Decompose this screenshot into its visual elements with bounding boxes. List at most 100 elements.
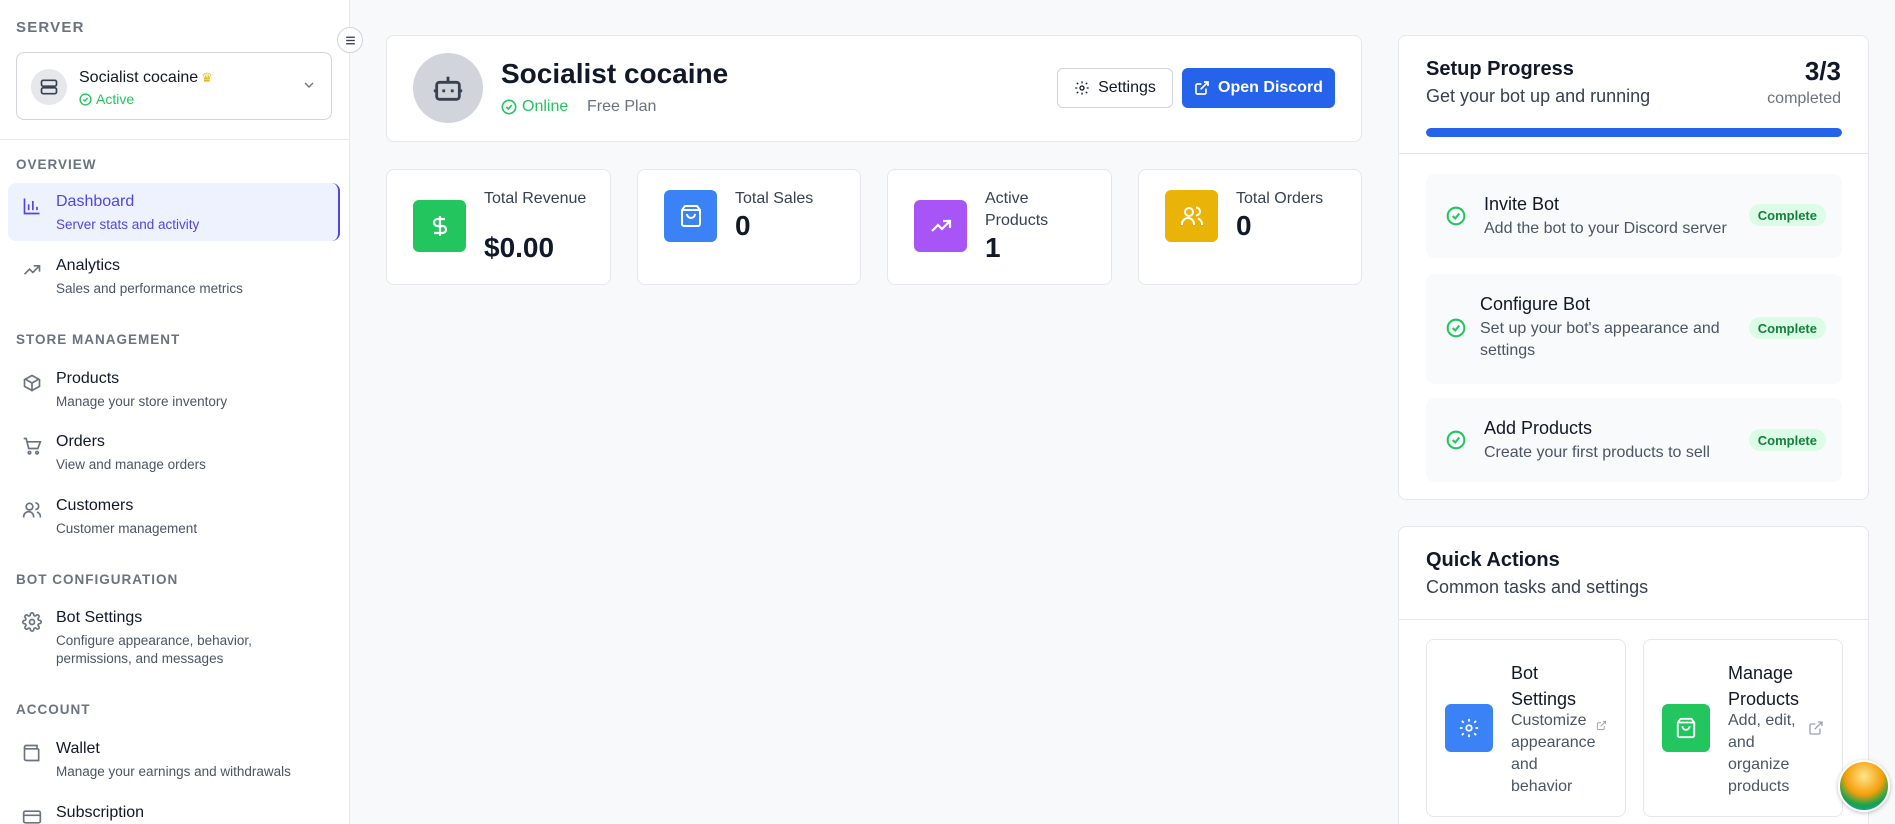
- crown-icon: ♛: [201, 70, 213, 85]
- sidebar-item-desc: Manage your store inventory: [56, 394, 228, 409]
- server-header-card: Socialist cocaine Online Free Plan Setti…: [386, 35, 1362, 142]
- open-discord-button[interactable]: Open Discord: [1182, 68, 1335, 108]
- stat-label: Total Revenue: [484, 190, 587, 207]
- divider: [1399, 153, 1868, 154]
- setup-step-invite-bot: Invite Bot Add the bot to your Discord s…: [1426, 174, 1842, 258]
- stat-value: $0.00: [484, 232, 555, 263]
- quick-actions-subtitle: Common tasks and settings: [1426, 577, 1649, 597]
- status-badge: Complete: [1748, 204, 1826, 226]
- setup-progress-card: Setup Progress Get your bot up and runni…: [1398, 35, 1869, 500]
- quick-action-desc: Add, edit, and organize products: [1728, 712, 1796, 795]
- quick-action-name: Bot Settings: [1511, 663, 1577, 709]
- bot-icon: [433, 76, 463, 101]
- check-circle-icon: [1446, 318, 1466, 338]
- plan-label: Free Plan: [587, 98, 657, 115]
- sidebar-item-desc: Sales and performance metrics: [56, 281, 243, 296]
- gear-icon: [1445, 704, 1493, 752]
- divider: [1399, 619, 1868, 620]
- sidebar-item-title: Subscription: [56, 804, 145, 821]
- sidebar-item-desc: Configure appearance, behavior, permissi…: [56, 633, 252, 666]
- stat-label: Total Orders: [1236, 190, 1324, 207]
- quick-actions-title: Quick Actions: [1426, 549, 1560, 571]
- setup-step-configure-bot: Configure Bot Set up your bot's appearan…: [1426, 274, 1842, 384]
- credit-card-icon: [21, 806, 43, 824]
- shopping-bag-icon: [664, 190, 717, 242]
- sidebar-item-title: Orders: [56, 433, 105, 450]
- stat-value: 0: [1236, 210, 1252, 241]
- check-circle-icon: [79, 92, 92, 106]
- sidebar-item-title: Customers: [56, 497, 134, 514]
- step-title: Configure Bot: [1480, 294, 1591, 314]
- step-title: Add Products: [1484, 418, 1593, 438]
- check-circle-icon: [501, 99, 517, 115]
- cart-icon: [21, 435, 43, 457]
- users-icon: [21, 499, 43, 521]
- external-link-icon: [1195, 81, 1209, 95]
- section-store-management: STORE MANAGEMENT: [16, 332, 181, 347]
- trending-up-icon: [914, 200, 967, 252]
- section-overview: OVERVIEW: [16, 157, 97, 172]
- external-link-icon: [1596, 720, 1607, 731]
- sidebar-item-bot-settings[interactable]: Bot Settings Configure appearance, behav…: [8, 599, 340, 671]
- sidebar-item-wallet[interactable]: Wallet Manage your earnings and withdraw…: [8, 730, 340, 788]
- step-desc: Create your first products to sell: [1484, 444, 1710, 461]
- setup-progress-title: Setup Progress: [1426, 58, 1574, 80]
- gear-icon: [21, 611, 43, 633]
- online-status: Online: [501, 98, 568, 116]
- quick-action-desc: Customize appearance and behavior: [1511, 712, 1596, 795]
- chevron-down-icon: [304, 82, 314, 88]
- server-icon: [31, 69, 67, 105]
- sidebar: SERVER Socialist cocaine ♛ Active OVERVIE…: [0, 0, 350, 824]
- sidebar-item-desc: Customer management: [56, 521, 198, 536]
- sidebar-item-analytics[interactable]: Analytics Sales and performance metrics: [8, 247, 340, 305]
- sidebar-item-desc: Manage your earnings and withdrawals: [56, 764, 291, 779]
- status-badge: Complete: [1748, 317, 1826, 339]
- server-status: Active: [79, 91, 134, 107]
- gear-icon: [1075, 81, 1089, 95]
- section-account: ACCOUNT: [16, 702, 91, 717]
- quick-action-bot-settings[interactable]: Bot Settings Customize appearance and be…: [1426, 639, 1626, 817]
- sidebar-item-title: Dashboard: [56, 193, 135, 210]
- sidebar-item-subscription[interactable]: Subscription: [8, 794, 340, 824]
- floating-user-avatar[interactable]: [1838, 760, 1890, 812]
- sidebar-item-dashboard[interactable]: Dashboard Server stats and activity: [8, 183, 340, 241]
- dollar-icon: [413, 200, 466, 252]
- section-bot-configuration: BOT CONFIGURATION: [16, 572, 179, 587]
- trending-up-icon: [21, 259, 43, 281]
- sidebar-item-title: Products: [56, 370, 120, 387]
- step-desc: Add the bot to your Discord server: [1484, 220, 1727, 237]
- external-link-icon: [1809, 721, 1823, 735]
- setup-progress-bar: [1426, 128, 1842, 137]
- status-badge: Complete: [1748, 429, 1826, 451]
- quick-action-manage-products[interactable]: Manage Products Add, edit, and organize …: [1643, 639, 1843, 817]
- stat-label: Total Sales: [735, 190, 814, 207]
- stat-card-products: Active Products 1: [887, 169, 1112, 285]
- bar-chart-icon: [21, 195, 43, 217]
- sidebar-item-products[interactable]: Products Manage your store inventory: [8, 360, 340, 418]
- check-circle-icon: [1446, 206, 1466, 226]
- sidebar-item-title: Bot Settings: [56, 609, 143, 626]
- menu-icon: [345, 36, 355, 44]
- setup-progress-count: 3/3: [1804, 56, 1841, 86]
- settings-button[interactable]: Settings: [1057, 68, 1173, 108]
- sidebar-item-title: Analytics: [56, 257, 121, 274]
- quick-action-name: Manage Products: [1728, 663, 1800, 709]
- stat-value: 1: [985, 232, 1001, 263]
- stat-card-orders: Total Orders 0: [1138, 169, 1362, 285]
- server-selector[interactable]: Socialist cocaine ♛ Active: [16, 52, 332, 120]
- check-circle-icon: [1446, 430, 1466, 450]
- stat-value: 0: [735, 210, 751, 241]
- sidebar-item-title: Wallet: [56, 740, 100, 757]
- server-section-label: SERVER: [16, 19, 85, 36]
- sidebar-toggle-button[interactable]: [337, 27, 363, 53]
- setup-progress-fill: [1426, 128, 1842, 137]
- server-name: Socialist cocaine: [79, 69, 199, 86]
- setup-progress-completed-label: completed: [1767, 90, 1841, 107]
- wallet-icon: [21, 742, 43, 764]
- stat-card-revenue: Total Revenue $0.00: [386, 169, 611, 285]
- stat-card-sales: Total Sales 0: [637, 169, 861, 285]
- stat-label: Active Products: [985, 190, 1049, 229]
- sidebar-item-customers[interactable]: Customers Customer management: [8, 487, 340, 545]
- setup-step-add-products: Add Products Create your first products …: [1426, 398, 1842, 482]
- sidebar-item-orders[interactable]: Orders View and manage orders: [8, 423, 340, 481]
